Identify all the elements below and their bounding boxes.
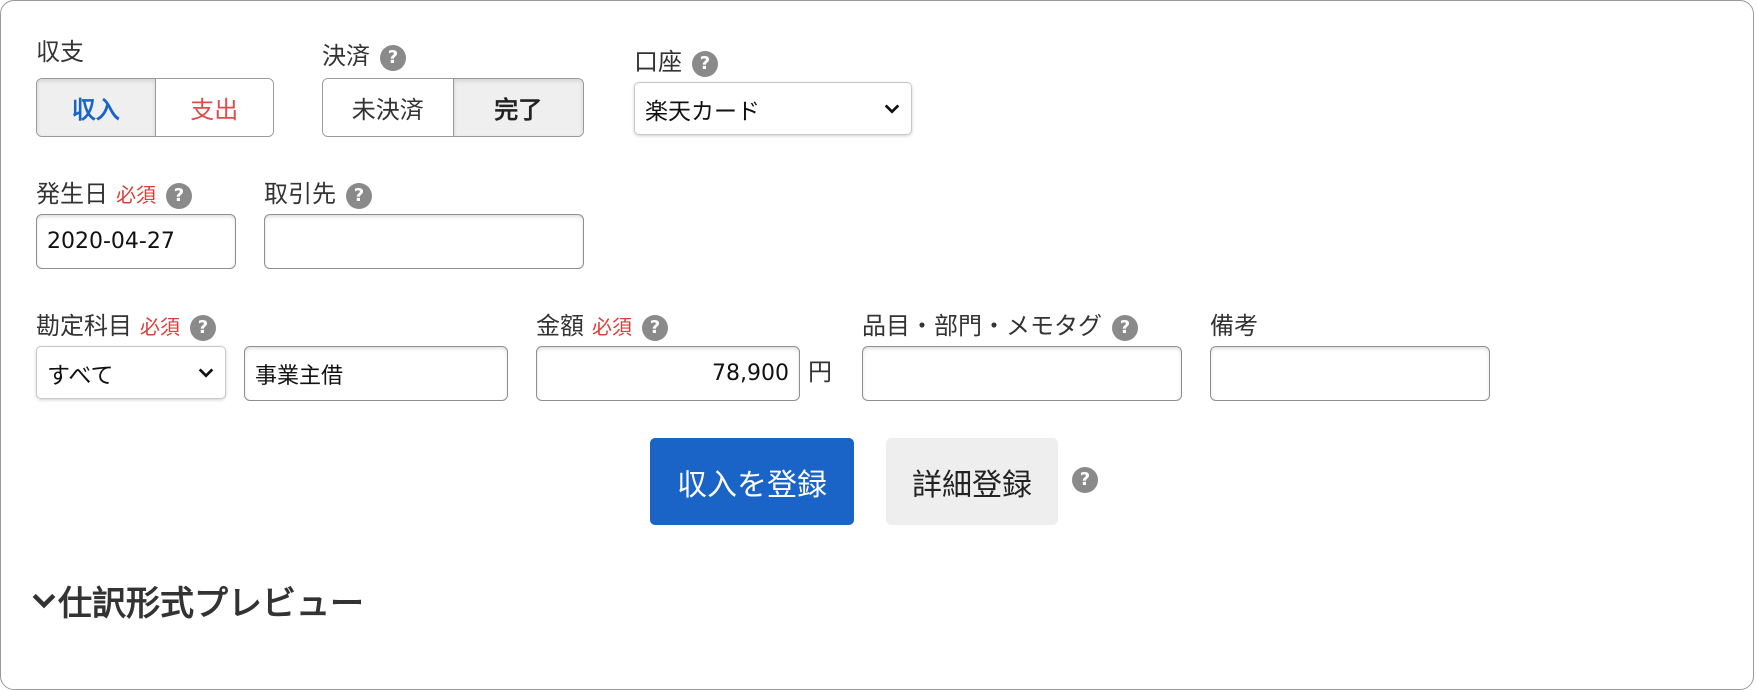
help-icon[interactable]: ? [1072, 467, 1098, 493]
settlement-label-text: 決済 [322, 42, 370, 70]
settlement-segmented-control: 未決済 完了 [322, 78, 584, 137]
note-label-text: 備考 [1210, 312, 1258, 340]
journal-preview-toggle[interactable]: 仕訳形式プレビュー [30, 576, 364, 625]
income-option[interactable]: 収入 [37, 79, 155, 136]
required-badge: 必須 [140, 315, 180, 339]
amount-input[interactable]: 78,900 [536, 346, 800, 401]
partner-label: 取引先? [264, 180, 372, 209]
account-item-category-value: すべて [47, 362, 114, 389]
help-icon[interactable]: ? [380, 45, 406, 71]
tags-input[interactable] [862, 346, 1182, 401]
help-icon[interactable]: ? [190, 315, 216, 341]
date-input[interactable]: 2020-04-27 [36, 214, 236, 269]
amount-label-text: 金額 [536, 312, 584, 340]
help-icon[interactable]: ? [1112, 315, 1138, 341]
date-label-text: 発生日 [36, 180, 108, 208]
expense-option[interactable]: 支出 [154, 79, 273, 136]
date-input-value: 2020-04-27 [47, 229, 175, 254]
register-income-button[interactable]: 収入を登録 [650, 438, 854, 525]
account-label: 口座? [634, 48, 718, 77]
required-badge: 必須 [116, 183, 156, 207]
account-select[interactable]: 楽天カード [634, 82, 912, 135]
account-select-value: 楽天カード [645, 98, 760, 125]
note-label: 備考 [1210, 312, 1258, 340]
help-icon[interactable]: ? [346, 183, 372, 209]
chevron-down-icon [884, 103, 900, 114]
account-item-category-select[interactable]: すべて [36, 346, 226, 399]
partner-input[interactable] [264, 214, 584, 269]
date-label: 発生日 必須? [36, 180, 192, 209]
help-icon[interactable]: ? [642, 315, 668, 341]
detail-register-button[interactable]: 詳細登録 [886, 438, 1058, 525]
chevron-down-icon [32, 593, 56, 608]
account-item-input-value: 事業主借 [255, 363, 344, 389]
account-item-label-text: 勘定科目 [36, 312, 132, 340]
currency-unit: 円 [808, 358, 832, 386]
type-label: 収支 [36, 38, 84, 66]
chevron-down-icon [198, 367, 214, 378]
journal-preview-label: 仕訳形式プレビュー [58, 584, 364, 624]
help-icon[interactable]: ? [692, 51, 718, 77]
amount-label: 金額 必須? [536, 312, 668, 341]
tags-label: 品目・部門・メモタグ? [862, 312, 1138, 341]
partner-label-text: 取引先 [264, 180, 336, 208]
help-icon[interactable]: ? [166, 183, 192, 209]
required-badge: 必須 [592, 315, 632, 339]
type-segmented-control: 収入 支出 [36, 78, 274, 137]
amount-input-value: 78,900 [712, 361, 789, 386]
settlement-label: 決済? [322, 42, 406, 71]
account-item-label: 勘定科目 必須? [36, 312, 216, 341]
note-input[interactable] [1210, 346, 1490, 401]
action-help: ? [1072, 467, 1098, 493]
account-item-input[interactable]: 事業主借 [244, 346, 508, 401]
tags-label-text: 品目・部門・メモタグ [862, 312, 1102, 340]
completed-option[interactable]: 完了 [452, 79, 583, 136]
account-label-text: 口座 [634, 48, 682, 76]
unsettled-option[interactable]: 未決済 [323, 79, 453, 136]
type-label-text: 収支 [36, 38, 84, 66]
